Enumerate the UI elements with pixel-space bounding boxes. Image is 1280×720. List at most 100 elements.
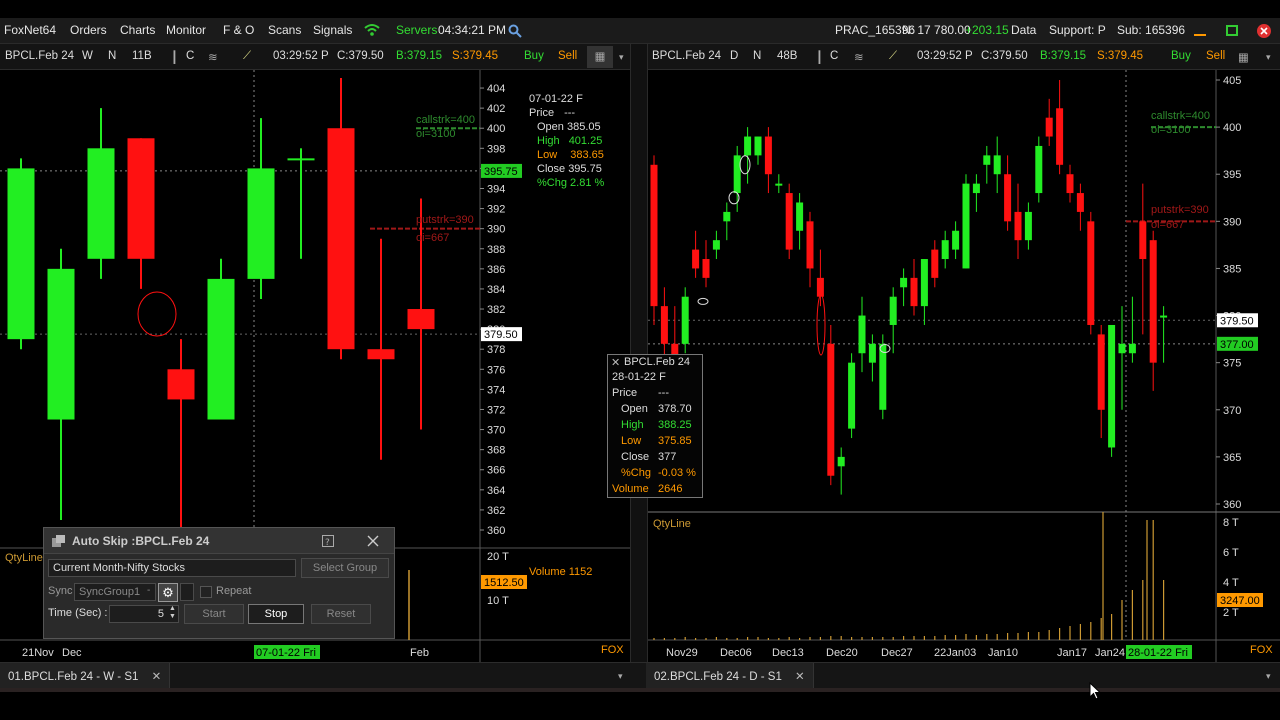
left-price-label-7: 390: [487, 224, 505, 236]
left-trendline-icon[interactable]: ⟋: [243, 50, 251, 63]
left-chart-toolbar: BPCL.Feb 24 W N 11B ┃ C ≋ ⟋ 03:29:52 P C…: [0, 44, 630, 70]
time-stepper[interactable]: ▲ ▼: [169, 605, 179, 623]
left-volume-text: Volume 1152: [529, 566, 593, 578]
left-price-label-2: 400: [487, 123, 505, 135]
right-bar-count[interactable]: 48B: [777, 50, 797, 62]
right-close: C:379.50: [981, 50, 1028, 62]
right-sell-button[interactable]: Sell: [1206, 50, 1225, 62]
right-price-label-2: 395: [1223, 169, 1241, 181]
menu-charts[interactable]: Charts: [120, 23, 155, 37]
menu-monitor[interactable]: Monitor: [166, 23, 206, 37]
maximize-icon[interactable]: [1223, 22, 1241, 40]
left-put-strike-label: putstrk=390: [416, 214, 474, 226]
right-x-label-5: 22Jan03: [934, 647, 976, 659]
left-price-label-11: 382: [487, 304, 505, 316]
tooltip-price-value: ---: [658, 387, 669, 399]
menu-signals[interactable]: Signals: [313, 23, 352, 37]
tab-left-chevron-down-icon[interactable]: ▾: [618, 671, 623, 682]
right-candle-body-5: [702, 259, 710, 278]
left-indicator-icon[interactable]: ≋: [208, 50, 218, 64]
right-candle-icon[interactable]: ┃: [816, 50, 823, 64]
right-put-strike-label: putstrk=390: [1151, 204, 1209, 216]
right-call-oi-label: oi=3100: [1151, 124, 1191, 136]
right-buy-button[interactable]: Buy: [1171, 50, 1191, 62]
tab-chart-2-close-icon[interactable]: ✕: [795, 671, 805, 683]
right-volume-label-3: 2 T: [1223, 607, 1239, 619]
right-layout-icon[interactable]: ▦: [1238, 50, 1249, 64]
menu-support[interactable]: Support: P: [1049, 23, 1106, 37]
reset-button[interactable]: Reset: [311, 604, 371, 624]
bottom-strip: [0, 688, 1280, 692]
panel-splitter[interactable]: [630, 44, 648, 662]
app-brand[interactable]: FoxNet64: [4, 23, 56, 37]
left-candle-icon[interactable]: ┃: [171, 50, 178, 64]
select-group-button[interactable]: Select Group: [301, 558, 389, 578]
right-candle-body-36: [1024, 211, 1032, 241]
right-c-toggle[interactable]: C: [830, 50, 838, 62]
tab-chart-1-close-icon[interactable]: ✕: [152, 671, 162, 683]
menu-fno[interactable]: F & O: [223, 23, 254, 37]
menu-scans[interactable]: Scans: [268, 23, 301, 37]
sync-group-select[interactable]: SyncGroup1: [74, 583, 156, 601]
right-x-label-7: Jan17: [1057, 647, 1087, 659]
start-button[interactable]: Start: [184, 604, 244, 624]
settings-gear-icon[interactable]: ⚙: [158, 583, 178, 602]
tab-chart-1[interactable]: 01.BPCL.Feb 24 - W - S1 ✕: [0, 663, 171, 688]
left-sell-button[interactable]: Sell: [558, 50, 577, 62]
stop-button[interactable]: Stop: [248, 604, 304, 624]
help-icon[interactable]: ?: [322, 535, 334, 547]
tooltip-high: 388.25: [658, 419, 692, 431]
sync-dropdown-icon[interactable]: -: [147, 585, 150, 596]
chart-tab-bar: 01.BPCL.Feb 24 - W - S1 ✕ ▾ 02.BPCL.Feb …: [0, 662, 1280, 688]
right-n-toggle[interactable]: N: [753, 50, 761, 62]
right-candle-body-43: [1097, 334, 1105, 410]
right-period-d[interactable]: D: [730, 50, 738, 62]
left-c-toggle[interactable]: C: [186, 50, 194, 62]
auto-skip-titlebar[interactable]: Auto Skip :BPCL.Feb 24 ?: [44, 528, 394, 554]
left-chevron-down-icon[interactable]: ▾: [619, 52, 624, 63]
right-symbol[interactable]: BPCL.Feb 24: [652, 50, 721, 62]
tooltip-close-icon[interactable]: ✕: [611, 356, 620, 369]
repeat-checkbox[interactable]: [200, 586, 212, 598]
right-candle-body-29: [952, 230, 960, 250]
group-field[interactable]: Current Month-Nifty Stocks: [48, 559, 296, 577]
left-candle-body-9: [367, 349, 395, 360]
left-cross-price-tag: 395.75: [484, 166, 518, 178]
right-chart-canvas[interactable]: 405400395390385380375370365360379.50377.…: [648, 70, 1280, 662]
right-candle-body-45: [1118, 343, 1126, 354]
dialog-close-icon[interactable]: [367, 535, 379, 547]
right-candle-body-31: [972, 183, 980, 194]
left-price-label-6: 392: [487, 204, 505, 216]
left-symbol[interactable]: BPCL.Feb 24: [5, 50, 74, 62]
search-icon[interactable]: [508, 24, 522, 38]
right-price-label-8: 365: [1223, 452, 1241, 464]
tooltip-volume: 2646: [658, 483, 683, 495]
left-n-toggle[interactable]: N: [108, 50, 116, 62]
left-candle-body-3: [127, 138, 155, 259]
menu-data[interactable]: Data: [1011, 23, 1036, 37]
left-buy-button[interactable]: Buy: [524, 50, 544, 62]
left-bid: B:379.15: [396, 50, 443, 62]
left-x-label-2: Feb: [410, 647, 429, 659]
menu-orders[interactable]: Orders: [70, 23, 107, 37]
right-price-label-6: 375: [1223, 358, 1241, 370]
right-price-label-1: 400: [1223, 122, 1241, 134]
left-bar-count[interactable]: 11B: [132, 50, 152, 62]
servers-status[interactable]: Servers: [396, 23, 437, 37]
sync-extra-field[interactable]: [180, 583, 194, 601]
right-x-label-8: Jan24: [1095, 647, 1125, 659]
left-period-w[interactable]: W: [82, 50, 93, 62]
right-trendline-icon[interactable]: ⟋: [889, 50, 897, 63]
info-date: 07-01-22 F: [529, 93, 583, 105]
minimize-icon[interactable]: [1191, 22, 1209, 40]
right-indicator-icon[interactable]: ≋: [854, 50, 864, 64]
right-chevron-down-icon[interactable]: ▾: [1266, 52, 1271, 63]
left-layout-icon[interactable]: ▦: [587, 46, 613, 68]
right-candle-body-37: [1035, 145, 1043, 194]
left-candle-body-8: [327, 128, 355, 350]
right-candle-body-27: [931, 249, 939, 278]
tab-chart-2[interactable]: 02.BPCL.Feb 24 - D - S1 ✕: [646, 663, 814, 688]
close-icon[interactable]: [1255, 22, 1273, 40]
info-chg-label: %Chg: [537, 177, 567, 189]
tab-right-chevron-down-icon[interactable]: ▾: [1266, 671, 1271, 682]
